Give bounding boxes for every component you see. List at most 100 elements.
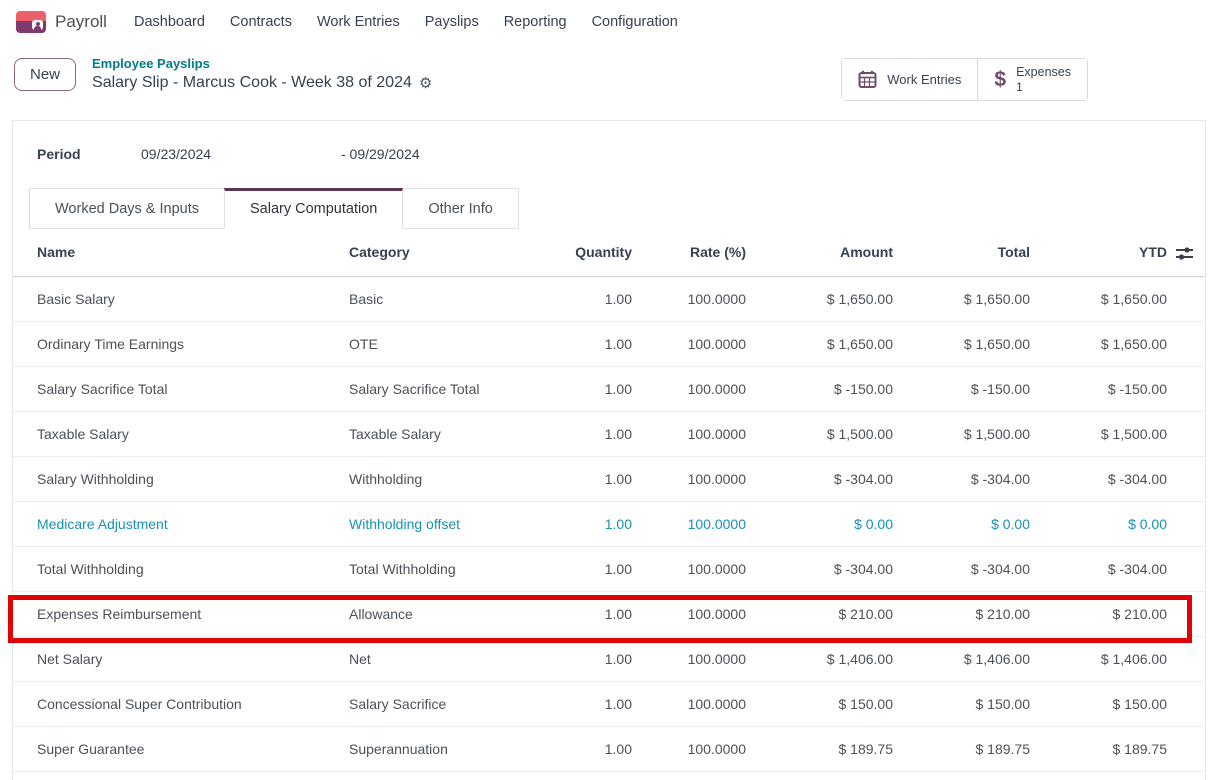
tab-salary-computation[interactable]: Salary Computation	[224, 188, 403, 229]
table-row-taxable-salary[interactable]: Taxable SalaryTaxable Salary1.00100.0000…	[13, 411, 1205, 456]
cell-ytd[interactable]: $ -150.00	[1032, 366, 1169, 411]
cell-category[interactable]: Net	[349, 636, 561, 681]
column-header-ytd[interactable]: YTD	[1032, 229, 1169, 276]
cell-name[interactable]: Salary Withholding	[13, 456, 349, 501]
optional-columns-button[interactable]	[1169, 229, 1205, 276]
cell-rate[interactable]: 100.0000	[634, 276, 748, 321]
table-row-super-guarantee[interactable]: Super GuaranteeSuperannuation1.00100.000…	[13, 726, 1205, 771]
cell-quantity[interactable]: 1.00	[561, 681, 634, 726]
cell-ytd[interactable]: $ -304.00	[1032, 456, 1169, 501]
cell-category[interactable]: Salary Sacrifice Total	[349, 366, 561, 411]
cell-name[interactable]: Taxable Salary	[13, 411, 349, 456]
cell-rate[interactable]: 100.0000	[634, 501, 748, 546]
cell-amount[interactable]: $ 0.00	[748, 501, 895, 546]
period-start-field[interactable]: 09/23/2024	[141, 146, 341, 162]
cell-quantity[interactable]: 1.00	[561, 321, 634, 366]
cell-amount[interactable]: $ -304.00	[748, 546, 895, 591]
cell-total[interactable]: $ 210.00	[895, 591, 1032, 636]
cell-quantity[interactable]: 1.00	[561, 366, 634, 411]
cell-category[interactable]: Salary Sacrifice	[349, 681, 561, 726]
table-row-concessional-super-contribution[interactable]: Concessional Super ContributionSalary Sa…	[13, 681, 1205, 726]
cell-amount[interactable]: $ -150.00	[748, 366, 895, 411]
cell-amount[interactable]: $ 150.00	[748, 681, 895, 726]
work-entries-button[interactable]: Work Entries	[842, 59, 977, 100]
cell-category[interactable]: Total Withholding	[349, 546, 561, 591]
cell-name[interactable]: Super Guarantee	[13, 726, 349, 771]
cell-amount[interactable]: $ -304.00	[748, 456, 895, 501]
cell-category[interactable]: Taxable Salary	[349, 411, 561, 456]
new-button[interactable]: New	[14, 58, 76, 91]
cell-amount[interactable]: $ 210.00	[748, 591, 895, 636]
cell-total[interactable]: $ 1,650.00	[895, 321, 1032, 366]
cell-amount[interactable]: $ 1,500.00	[748, 411, 895, 456]
nav-item-work-entries[interactable]: Work Entries	[317, 14, 400, 30]
column-header-name[interactable]: Name	[13, 229, 349, 276]
cell-quantity[interactable]: 1.00	[561, 546, 634, 591]
cell-total[interactable]: $ 1,650.00	[895, 276, 1032, 321]
tab-other-info[interactable]: Other Info	[402, 188, 518, 229]
cell-quantity[interactable]: 1.00	[561, 726, 634, 771]
table-row-salary-withholding[interactable]: Salary WithholdingWithholding1.00100.000…	[13, 456, 1205, 501]
cell-rate[interactable]: 100.0000	[634, 456, 748, 501]
column-header-category[interactable]: Category	[349, 229, 561, 276]
column-header-total[interactable]: Total	[895, 229, 1032, 276]
cell-quantity[interactable]: 1.00	[561, 591, 634, 636]
cell-ytd[interactable]: $ -304.00	[1032, 546, 1169, 591]
cell-ytd[interactable]: $ 1,500.00	[1032, 411, 1169, 456]
cell-amount[interactable]: $ 1,406.00	[748, 636, 895, 681]
cell-ytd[interactable]: $ 0.00	[1032, 501, 1169, 546]
column-header-quantity[interactable]: Quantity	[561, 229, 634, 276]
cell-rate[interactable]: 100.0000	[634, 681, 748, 726]
cell-total[interactable]: $ 1,406.00	[895, 636, 1032, 681]
cell-rate[interactable]: 100.0000	[634, 591, 748, 636]
cell-name[interactable]: Total Withholding	[13, 546, 349, 591]
table-row-salary-sacrifice-total[interactable]: Salary Sacrifice TotalSalary Sacrifice T…	[13, 366, 1205, 411]
cell-rate[interactable]: 100.0000	[634, 411, 748, 456]
nav-item-dashboard[interactable]: Dashboard	[134, 14, 205, 30]
column-header-rate[interactable]: Rate (%)	[634, 229, 748, 276]
expenses-button[interactable]: $ Expenses 1	[977, 59, 1087, 100]
cell-total[interactable]: $ -304.00	[895, 546, 1032, 591]
cell-name[interactable]: Concessional Super Contribution	[13, 681, 349, 726]
cell-total[interactable]: $ 150.00	[895, 681, 1032, 726]
gear-icon[interactable]: ⚙	[419, 74, 432, 94]
cell-total[interactable]: $ -150.00	[895, 366, 1032, 411]
cell-name[interactable]: Net Salary	[13, 636, 349, 681]
cell-rate[interactable]: 100.0000	[634, 546, 748, 591]
cell-name[interactable]: Ordinary Time Earnings	[13, 321, 349, 366]
cell-category[interactable]: Superannuation	[349, 726, 561, 771]
nav-item-payslips[interactable]: Payslips	[425, 14, 479, 30]
cell-amount[interactable]: $ 1,650.00	[748, 276, 895, 321]
table-row-medicare-adjustment[interactable]: Medicare AdjustmentWithholding offset1.0…	[13, 501, 1205, 546]
cell-ytd[interactable]: $ 210.00	[1032, 591, 1169, 636]
table-row-basic-salary[interactable]: Basic SalaryBasic1.00100.0000$ 1,650.00$…	[13, 276, 1205, 321]
table-row-ordinary-time-earnings[interactable]: Ordinary Time EarningsOTE1.00100.0000$ 1…	[13, 321, 1205, 366]
app-menu-button[interactable]: Payroll	[16, 11, 107, 33]
cell-rate[interactable]: 100.0000	[634, 321, 748, 366]
cell-name[interactable]: Medicare Adjustment	[13, 501, 349, 546]
cell-quantity[interactable]: 1.00	[561, 411, 634, 456]
table-row-net-salary[interactable]: Net SalaryNet1.00100.0000$ 1,406.00$ 1,4…	[13, 636, 1205, 681]
cell-category[interactable]: Withholding offset	[349, 501, 561, 546]
cell-rate[interactable]: 100.0000	[634, 366, 748, 411]
cell-ytd[interactable]: $ 150.00	[1032, 681, 1169, 726]
cell-quantity[interactable]: 1.00	[561, 636, 634, 681]
table-row-expenses-reimbursement[interactable]: Expenses ReimbursementAllowance1.00100.0…	[13, 591, 1205, 636]
cell-amount[interactable]: $ 1,650.00	[748, 321, 895, 366]
nav-item-contracts[interactable]: Contracts	[230, 14, 292, 30]
cell-rate[interactable]: 100.0000	[634, 636, 748, 681]
cell-quantity[interactable]: 1.00	[561, 276, 634, 321]
cell-total[interactable]: $ -304.00	[895, 456, 1032, 501]
cell-name[interactable]: Expenses Reimbursement	[13, 591, 349, 636]
cell-name[interactable]: Salary Sacrifice Total	[13, 366, 349, 411]
cell-total[interactable]: $ 0.00	[895, 501, 1032, 546]
cell-category[interactable]: Allowance	[349, 591, 561, 636]
cell-total[interactable]: $ 1,500.00	[895, 411, 1032, 456]
table-row-total-withholding[interactable]: Total WithholdingTotal Withholding1.0010…	[13, 546, 1205, 591]
period-end-field[interactable]: - 09/29/2024	[341, 146, 420, 162]
cell-quantity[interactable]: 1.00	[561, 456, 634, 501]
cell-name[interactable]: Basic Salary	[13, 276, 349, 321]
cell-category[interactable]: Basic	[349, 276, 561, 321]
cell-ytd[interactable]: $ 1,406.00	[1032, 636, 1169, 681]
breadcrumb-parent-link[interactable]: Employee Payslips	[92, 56, 432, 73]
